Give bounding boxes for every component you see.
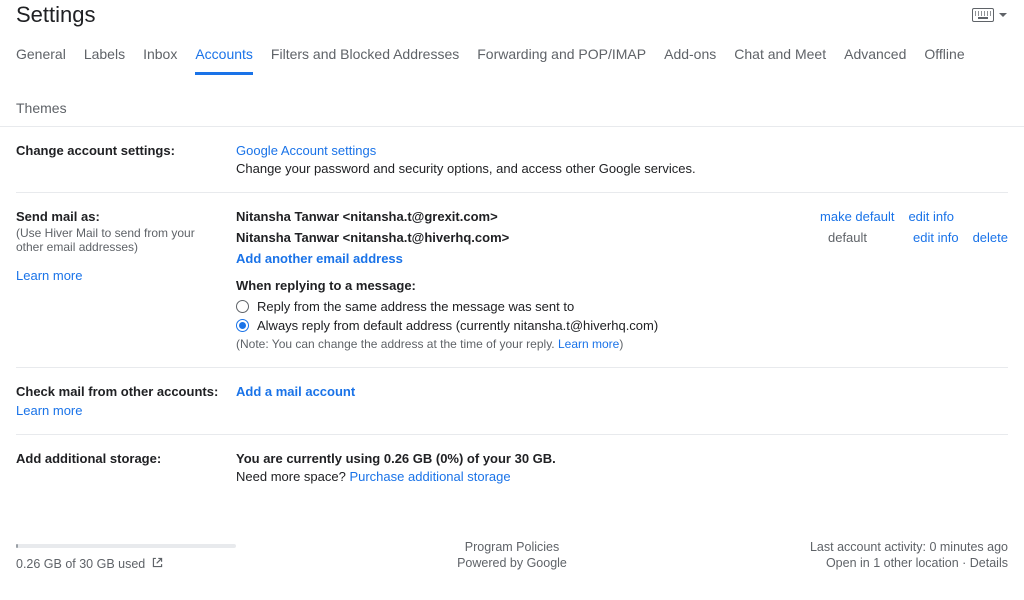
radio-icon xyxy=(236,319,249,332)
check-mail-label: Check mail from other accounts: xyxy=(16,384,224,399)
tab-inbox[interactable]: Inbox xyxy=(143,46,177,74)
reply-option-default-address[interactable]: Always reply from default address (curre… xyxy=(236,318,1008,333)
keyboard-icon xyxy=(972,8,994,22)
storage-used-text: 0.26 GB of 30 GB used xyxy=(16,557,145,571)
send-mail-as-sub: (Use Hiver Mail to send from your other … xyxy=(16,226,224,254)
reply-note: (Note: You can change the address at the… xyxy=(236,337,1008,351)
edit-info-link[interactable]: edit info xyxy=(913,230,959,245)
reply-option-label: Always reply from default address (curre… xyxy=(257,318,658,333)
tab-general[interactable]: General xyxy=(16,46,66,74)
make-default-link[interactable]: make default xyxy=(820,209,894,224)
input-tools-picker[interactable] xyxy=(972,8,1008,23)
google-account-settings-link[interactable]: Google Account settings xyxy=(236,143,376,158)
tab-chat[interactable]: Chat and Meet xyxy=(734,46,826,74)
tab-accounts[interactable]: Accounts xyxy=(195,46,253,75)
send-as-email: Nitansha Tanwar <nitansha.t@hiverhq.com> xyxy=(236,230,509,245)
add-mail-account-link[interactable]: Add a mail account xyxy=(236,384,355,399)
reply-heading: When replying to a message: xyxy=(236,278,1008,293)
add-another-email-link[interactable]: Add another email address xyxy=(236,251,403,266)
storage-need-more: Need more space? xyxy=(236,469,349,484)
open-locations: Open in 1 other location · xyxy=(826,556,970,570)
chevron-down-icon xyxy=(998,8,1008,23)
activity-details-link[interactable]: Details xyxy=(970,556,1008,570)
check-mail-learn-more[interactable]: Learn more xyxy=(16,403,82,418)
storage-bar xyxy=(16,544,236,548)
settings-tabs: General Labels Inbox Accounts Filters an… xyxy=(16,46,1008,126)
send-as-email: Nitansha Tanwar <nitansha.t@grexit.com> xyxy=(236,209,498,224)
change-account-desc: Change your password and security option… xyxy=(236,161,1008,176)
tab-advanced[interactable]: Advanced xyxy=(844,46,906,74)
edit-info-link[interactable]: edit info xyxy=(908,209,954,224)
send-mail-as-label: Send mail as: xyxy=(16,209,224,224)
send-mail-as-learn-more[interactable]: Learn more xyxy=(16,268,82,283)
external-link-icon[interactable] xyxy=(151,556,164,572)
tab-addons[interactable]: Add-ons xyxy=(664,46,716,74)
change-account-label: Change account settings: xyxy=(16,143,224,158)
page-title: Settings xyxy=(16,2,96,28)
purchase-storage-link[interactable]: Purchase additional storage xyxy=(349,469,510,484)
tab-themes[interactable]: Themes xyxy=(16,92,1008,126)
reply-option-same-address[interactable]: Reply from the same address the message … xyxy=(236,299,1008,314)
powered-by: Powered by Google xyxy=(457,556,567,570)
default-label: default xyxy=(828,230,867,245)
radio-icon xyxy=(236,300,249,313)
reply-option-label: Reply from the same address the message … xyxy=(257,299,574,314)
tab-forwarding[interactable]: Forwarding and POP/IMAP xyxy=(477,46,646,74)
tab-filters[interactable]: Filters and Blocked Addresses xyxy=(271,46,459,74)
delete-link[interactable]: delete xyxy=(973,230,1008,245)
reply-note-learn-more[interactable]: Learn more xyxy=(558,337,619,351)
tab-offline[interactable]: Offline xyxy=(924,46,964,74)
send-as-row: Nitansha Tanwar <nitansha.t@grexit.com> … xyxy=(236,209,1008,224)
send-as-row: Nitansha Tanwar <nitansha.t@hiverhq.com>… xyxy=(236,230,1008,245)
program-policies-link[interactable]: Program Policies xyxy=(465,540,559,554)
add-storage-label: Add additional storage: xyxy=(16,451,224,466)
last-activity: Last account activity: 0 minutes ago xyxy=(579,540,1008,554)
tab-labels[interactable]: Labels xyxy=(84,46,125,74)
storage-usage-line: You are currently using 0.26 GB (0%) of … xyxy=(236,451,1008,466)
